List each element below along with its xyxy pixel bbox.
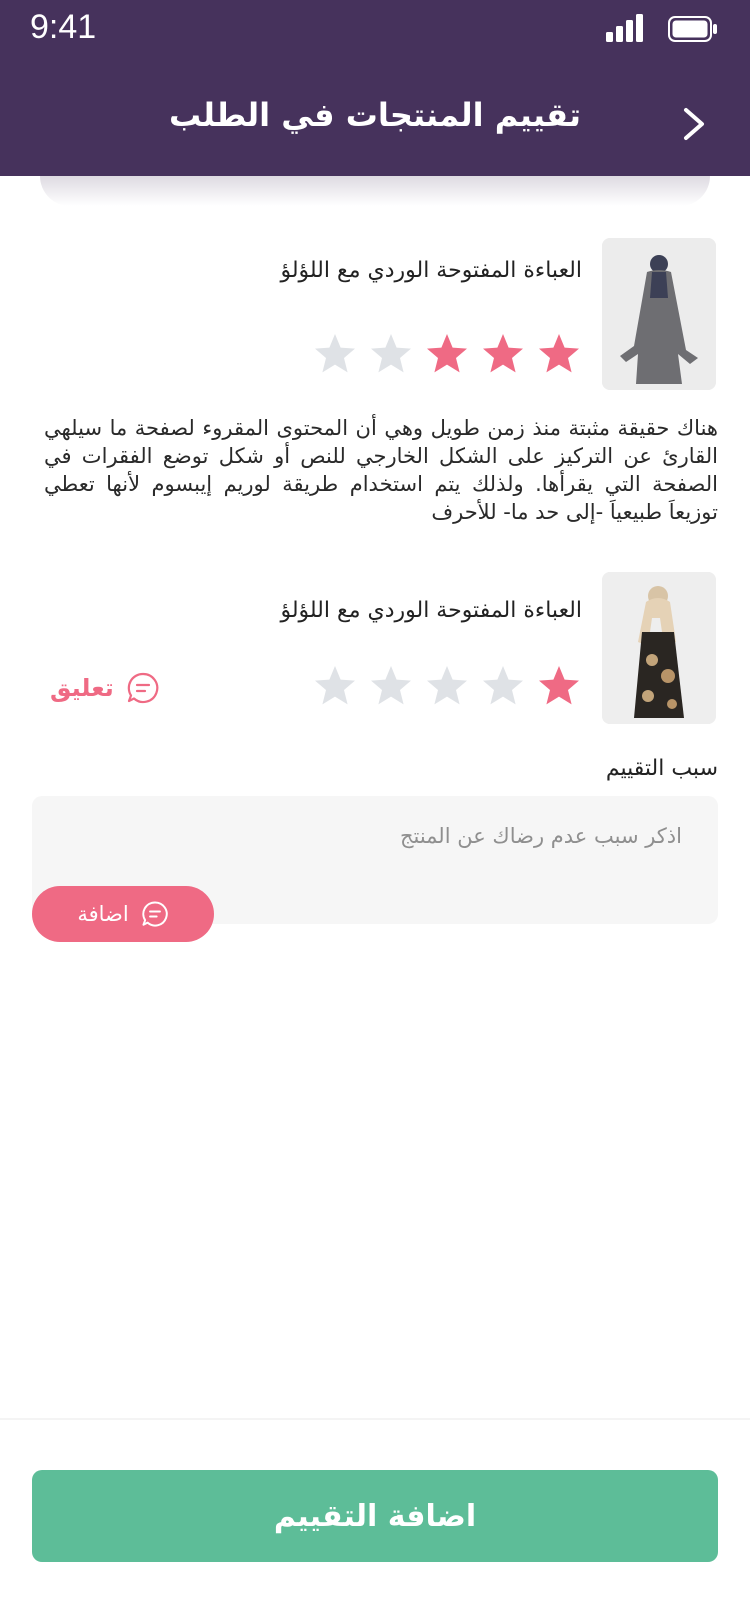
comment-button[interactable]: تعليق bbox=[50, 670, 160, 706]
star-filled-icon[interactable] bbox=[536, 664, 582, 708]
star-filled-icon[interactable] bbox=[424, 332, 470, 376]
star-empty-icon[interactable] bbox=[480, 664, 526, 708]
product-image bbox=[602, 238, 716, 390]
add-button-label: اضافة bbox=[77, 902, 129, 926]
chat-bubble-icon bbox=[142, 901, 168, 927]
reason-label: سبب التقييم bbox=[605, 756, 718, 781]
star-empty-icon[interactable] bbox=[368, 664, 414, 708]
star-empty-icon[interactable] bbox=[312, 664, 358, 708]
chat-bubble-icon bbox=[127, 672, 159, 704]
comment-label: تعليق bbox=[50, 674, 114, 702]
header-shadow bbox=[40, 176, 710, 206]
status-bar: 9:41 bbox=[0, 0, 750, 60]
submit-label: اضافة التقييم bbox=[273, 1498, 477, 1534]
footer-divider bbox=[0, 1418, 750, 1420]
app-header: 9:41 تقييم المنتجات في الطلب bbox=[0, 0, 750, 176]
star-empty-icon[interactable] bbox=[424, 664, 470, 708]
star-rating[interactable] bbox=[312, 664, 582, 708]
battery-icon bbox=[668, 16, 717, 42]
submit-rating-button[interactable]: اضافة التقييم bbox=[32, 1470, 718, 1562]
chevron-right-icon[interactable] bbox=[676, 106, 712, 142]
star-filled-icon[interactable] bbox=[480, 332, 526, 376]
review-text: هناك حقيقة مثبتة منذ زمن طويل وهي أن الم… bbox=[44, 416, 718, 524]
status-time: 9:41 bbox=[30, 8, 97, 46]
star-filled-icon[interactable] bbox=[536, 332, 582, 376]
signal-icon bbox=[606, 14, 643, 42]
add-reason-button[interactable]: اضافة bbox=[32, 886, 214, 942]
star-empty-icon[interactable] bbox=[312, 332, 358, 376]
page-title: تقييم المنتجات في الطلب bbox=[169, 96, 581, 134]
product-name: العباءة المفتوحة الوردي مع اللؤلؤ bbox=[280, 598, 582, 623]
star-rating[interactable] bbox=[312, 332, 582, 376]
star-empty-icon[interactable] bbox=[368, 332, 414, 376]
reason-placeholder: اذكر سبب عدم رضاك عن المنتج bbox=[399, 824, 682, 848]
product-name: العباءة المفتوحة الوردي مع اللؤلؤ bbox=[280, 258, 582, 283]
product-image bbox=[602, 572, 716, 724]
